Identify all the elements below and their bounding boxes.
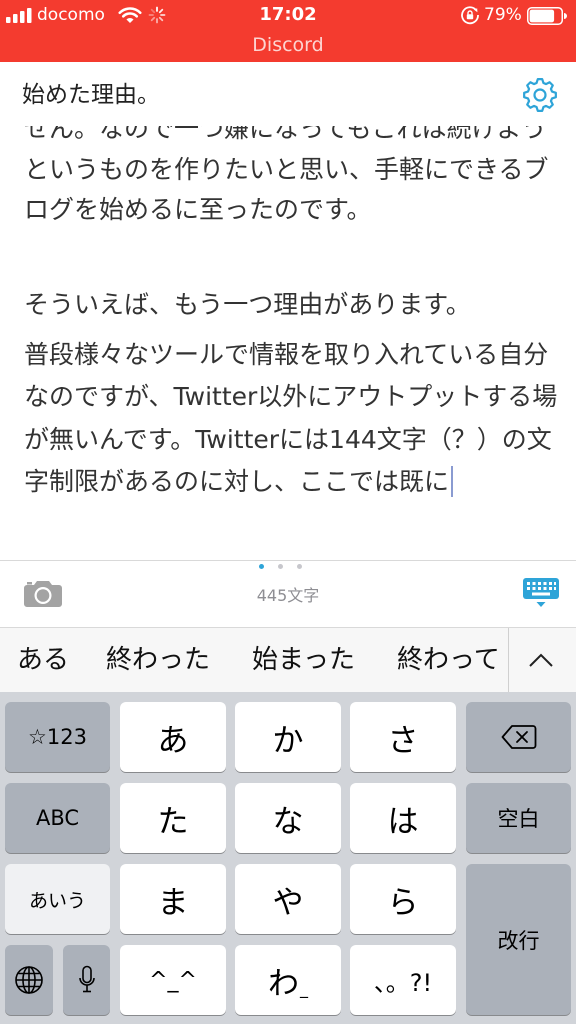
keyboard-hide-icon[interactable] [523,578,559,608]
body-editor[interactable]: せん。なので一つ嫌になってもこれは続けよう というものを作りたいと思い、手軽にで… [0,126,576,560]
page-dot [259,564,264,569]
kana-ra-key[interactable]: ら [350,864,456,934]
body-line: というものを作りたいと思い、手軽にできるブ [24,155,549,184]
signal-icon [6,8,32,23]
body-line-current: 字制限があるのに対し、ここでは既に [24,462,454,502]
kana-ma-key[interactable]: ま [120,864,226,934]
punctuation-key[interactable]: 、。?! [350,945,456,1015]
kana-wa-label: わ [268,965,299,1002]
prediction-item[interactable]: 始まった [252,628,355,692]
kana-ka-key[interactable]: か [235,702,341,772]
kana-wa-sub-label: _ [300,978,308,998]
return-key[interactable]: 改行 [466,864,571,1015]
kana-wa-key[interactable]: わ _ [235,945,341,1015]
return-to-app-button[interactable]: Discord [188,33,388,57]
body-line: 字制限があるのに対し、ここでは既に [24,467,450,496]
clock: 17:02 [259,4,317,25]
space-key[interactable]: 空白 [466,783,571,853]
delete-key[interactable] [466,702,571,772]
kana-ta-key[interactable]: た [120,783,226,853]
body-line: ログを始めるに至ったのです。 [24,195,372,224]
prediction-item[interactable]: 終わった [106,628,210,692]
wifi-icon [118,7,142,23]
camera-icon[interactable] [23,578,63,608]
alphabet-mode-key[interactable]: ABC [5,783,110,853]
prediction-item[interactable]: 終わって [397,628,500,692]
globe-icon [15,966,43,994]
battery-level [529,9,555,23]
page-indicator[interactable] [259,564,309,570]
kana-mode-key[interactable]: あいう [5,864,110,934]
kana-a-key[interactable]: あ [120,702,226,772]
body-line: そういえば、もう一つ理由があります。 [24,290,471,319]
prediction-item[interactable]: ある [17,628,69,692]
title-header: 始めた理由。 [0,62,576,126]
title-input[interactable]: 始めた理由。 [22,81,160,109]
page-dot [297,564,302,569]
spinner-icon [148,6,166,24]
text-cursor [451,465,454,497]
numbers-mode-key[interactable]: ☆123 [5,702,110,772]
battery-icon [527,7,567,25]
status-bar: docomo 17:02 79% Discord [0,0,576,62]
character-count: 445文字 [256,586,320,605]
battery-percent: 79% [484,5,522,25]
body-line: せん。なので一つ嫌になってもこれは続けよう [24,126,547,143]
orientation-lock-icon [461,6,479,25]
kana-sa-key[interactable]: さ [350,702,456,772]
page-dot [278,564,283,569]
body-line: が無いんです。Twitterには144文字（？）の文 [24,425,552,454]
kana-ya-key[interactable]: や [235,864,341,934]
toolbar-divider [0,560,576,561]
prediction-list: ある 終わった 始まった 終わって [0,628,508,692]
kaomoji-key[interactable]: ^_^ [120,945,226,1015]
carrier-label: docomo [37,5,105,25]
globe-key[interactable] [5,945,53,1015]
body-line: 普段様々なツールで情報を取り入れている自分 [24,340,549,369]
prediction-separator [508,628,509,692]
body-line: なのですが、Twitter以外にアウトプットする場 [24,382,558,411]
kana-na-key[interactable]: な [235,783,341,853]
prediction-bar: ある 終わった 始まった 終わって [0,628,576,692]
backspace-icon [501,725,536,749]
kana-ha-key[interactable]: は [350,783,456,853]
gear-icon[interactable] [521,76,559,114]
dictation-key[interactable] [63,945,110,1015]
mic-icon [78,965,95,993]
chevron-up-icon[interactable] [528,652,554,668]
